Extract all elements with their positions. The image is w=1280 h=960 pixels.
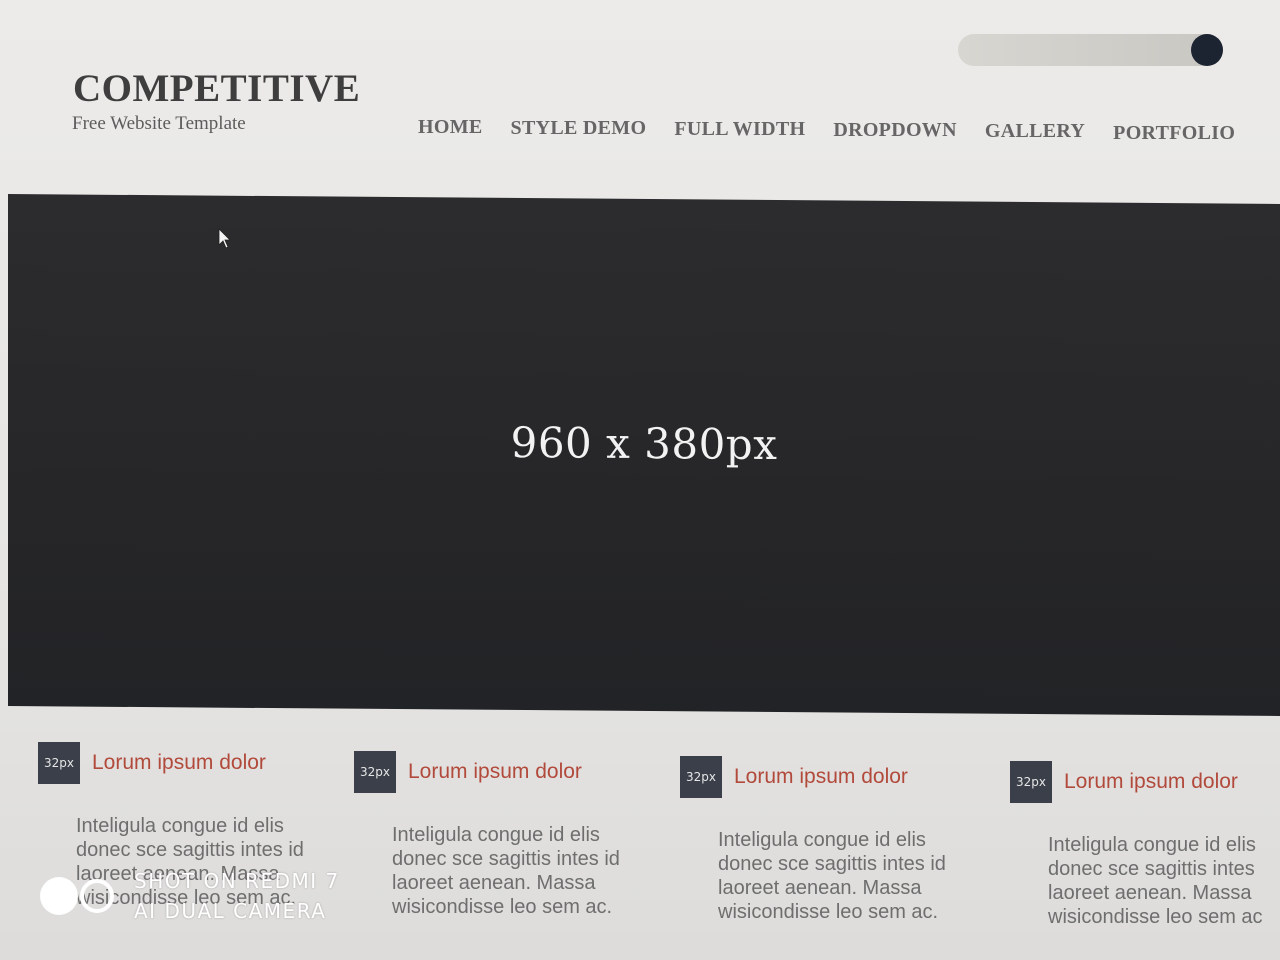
feature-column: 32px Lorum ipsum dolor Inteligula congue… <box>1010 761 1280 929</box>
nav-item-home[interactable]: HOME <box>418 116 483 139</box>
feature-text: Inteligula congue id elis donec sce sagi… <box>718 829 946 923</box>
feature-text: Inteligula congue id elis donec sce sagi… <box>392 824 620 918</box>
main-nav: HOME STYLE DEMO FULL WIDTH DROPDOWN GALL… <box>418 116 1235 144</box>
feature-text: Inteligula congue id elis donec sce sagi… <box>1048 834 1263 928</box>
feature-title[interactable]: Lorum ipsum dolor <box>1064 770 1238 794</box>
search-button[interactable] <box>1191 34 1223 66</box>
feature-column: 32px Lorum ipsum dolor Inteligula congue… <box>680 756 970 924</box>
feature-icon-placeholder: 32px <box>354 751 396 793</box>
hero-placeholder-text: 960 x 380px <box>510 417 778 470</box>
feature-title[interactable]: Lorum ipsum dolor <box>734 765 908 789</box>
nav-item-gallery[interactable]: GALLERY <box>985 120 1085 143</box>
watermark-dot-icon <box>40 877 78 915</box>
nav-item-full-width[interactable]: FULL WIDTH <box>674 118 805 141</box>
nav-item-style-demo[interactable]: STYLE DEMO <box>511 117 647 140</box>
watermark-text: SHOT ON REDMI 7 AI DUAL CAMERA <box>134 866 340 926</box>
page: COMPETITIVE Free Website Template HOME S… <box>0 0 1280 960</box>
feature-icon-placeholder: 32px <box>680 756 722 798</box>
watermark-line: SHOT ON REDMI 7 <box>134 869 340 893</box>
camera-watermark: SHOT ON REDMI 7 AI DUAL CAMERA <box>40 866 340 926</box>
hero-banner: 960 x 380px <box>8 194 1280 716</box>
site-logo-subtitle: Free Website Template <box>72 113 246 134</box>
nav-item-dropdown[interactable]: DROPDOWN <box>833 119 957 142</box>
search-input[interactable] <box>958 34 1223 66</box>
feature-icon-placeholder: 32px <box>38 742 80 784</box>
mouse-pointer-icon <box>218 228 231 249</box>
watermark-ring-icon <box>80 879 114 913</box>
watermark-line: AI DUAL CAMERA <box>134 899 327 923</box>
feature-column: 32px Lorum ipsum dolor Inteligula congue… <box>354 751 644 919</box>
feature-icon-placeholder: 32px <box>1010 761 1052 803</box>
site-logo-title[interactable]: COMPETITIVE <box>73 66 360 111</box>
feature-title[interactable]: Lorum ipsum dolor <box>408 760 582 784</box>
nav-item-portfolio[interactable]: PORTFOLIO <box>1113 122 1235 145</box>
feature-title[interactable]: Lorum ipsum dolor <box>92 751 266 775</box>
